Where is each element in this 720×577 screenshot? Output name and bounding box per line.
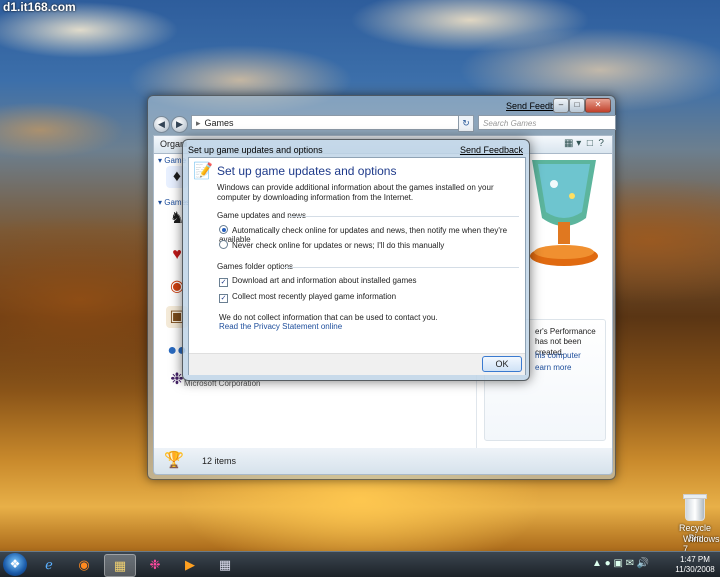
privacy-statement-link[interactable]: Read the Privacy Statement online (219, 322, 342, 331)
navigation-bar: ◀ ▶ ▸ Games ↻ Search Games (153, 115, 616, 133)
close-button[interactable]: ✕ (585, 98, 611, 113)
recycle-bin-icon (685, 497, 705, 521)
taskbar: ❖ ℯ ◉ ▦ ❉ ▶ ▦ ▲ ● ▣ ✉ 🔊 1:47 PM 11/30/20… (0, 551, 720, 577)
address-text: Games (204, 118, 234, 128)
watermark: d1.it168.com (3, 0, 76, 14)
start-orb-icon[interactable]: ❖ (3, 553, 27, 576)
settings-document-icon: 📝 (193, 163, 213, 180)
back-button[interactable]: ◀ (153, 116, 170, 133)
radio-never-check[interactable]: Never check online for updates or news; … (219, 240, 444, 250)
game-app-icon[interactable]: ❉ (140, 554, 170, 575)
system-tray-icons[interactable]: ▲ ● ▣ ✉ 🔊 (592, 558, 649, 569)
explorer-folder-icon[interactable]: ▦ (104, 554, 136, 577)
games-status-icon: 🏆 (164, 452, 184, 469)
media-player-icon[interactable]: ▶ (175, 554, 205, 575)
address-chevron-icon: ▸ (196, 118, 201, 128)
checkbox-collect-indicator[interactable]: ✓ (219, 294, 228, 303)
checkbox-collect-played[interactable]: ✓ Collect most recently played game infor… (219, 292, 396, 303)
dialog-body: 📝 Set up game updates and options Window… (188, 157, 526, 375)
address-bar[interactable]: ▸ Games (191, 115, 461, 130)
performance-link-2[interactable]: earn more (535, 362, 571, 373)
checkbox-download-art[interactable]: ✓ Download art and information about inst… (219, 276, 417, 287)
forward-button[interactable]: ▶ (171, 116, 188, 133)
dialog-title: Set up game updates and options (217, 164, 397, 178)
privacy-note: We do not collect information that can b… (219, 313, 438, 322)
refresh-button[interactable]: ↻ (458, 115, 474, 132)
clock-date: 11/30/2008 (675, 565, 715, 574)
view-options-icon[interactable]: ▦ ▾ □ ? (564, 138, 604, 149)
dialog-caption: Set up game updates and options (188, 145, 323, 155)
firefox-icon[interactable]: ◉ (69, 554, 99, 575)
section-updates-header: Game updates and news (217, 211, 519, 220)
ie-icon[interactable]: ℯ (34, 554, 64, 575)
trophy-icon (530, 160, 598, 266)
maximize-button[interactable]: □ (569, 98, 585, 113)
radio-never-indicator[interactable] (219, 240, 228, 249)
checkbox-download-indicator[interactable]: ✓ (219, 278, 228, 287)
section-folder-header: Games folder options (217, 262, 519, 271)
minimize-button[interactable]: – (553, 98, 569, 113)
clock-time: 1:47 PM (680, 555, 710, 564)
radio-auto-indicator[interactable] (219, 225, 228, 234)
search-input[interactable]: Search Games (478, 115, 616, 130)
dialog-footer: OK (189, 353, 525, 375)
status-bar: 🏆 12 items (153, 448, 613, 475)
performance-link-1[interactable]: his computer (535, 350, 581, 361)
ok-button[interactable]: OK (482, 356, 522, 372)
game-updates-dialog: Set up game updates and options Send Fee… (182, 139, 530, 381)
window-list-icon[interactable]: ▦ (210, 554, 240, 575)
dialog-send-feedback-link[interactable]: Send Feedback (460, 145, 523, 155)
taskbar-clock[interactable]: 1:47 PM 11/30/2008 (672, 555, 718, 575)
item-count: 12 items (202, 456, 237, 466)
dialog-description: Windows can provide additional informati… (217, 183, 494, 202)
